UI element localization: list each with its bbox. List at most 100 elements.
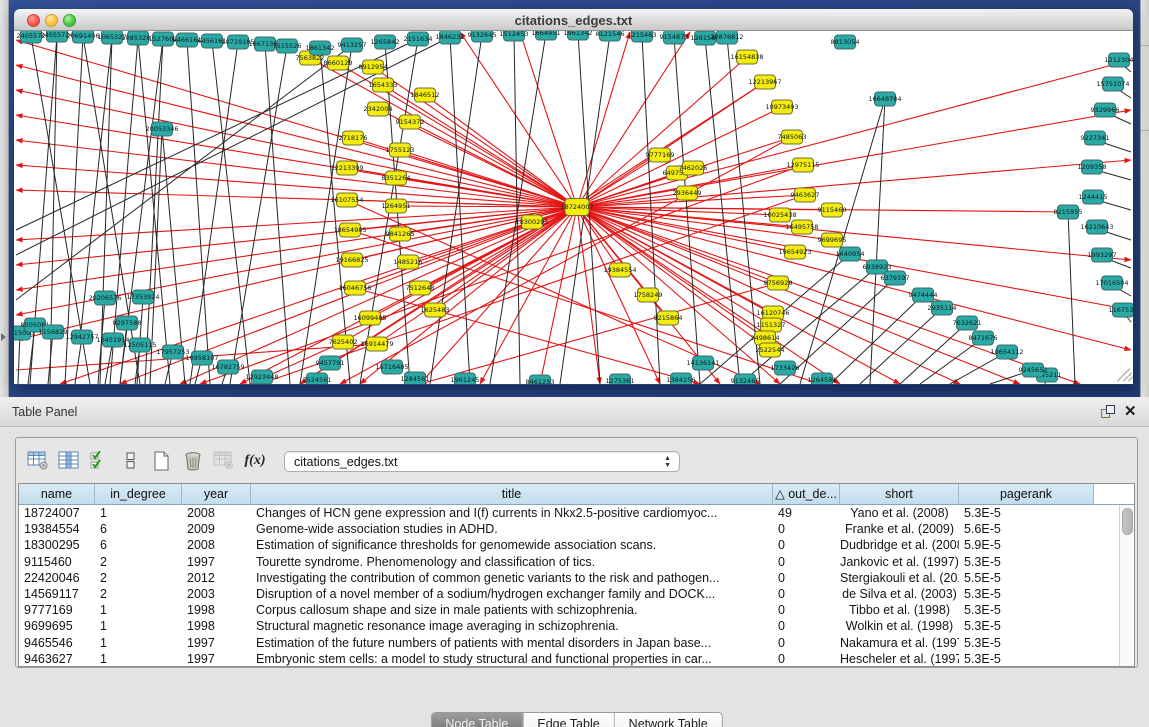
cell-pagerank[interactable]: 5.3E-5 bbox=[959, 554, 1094, 570]
column-header-title[interactable]: title bbox=[251, 484, 773, 505]
cell-pagerank[interactable]: 5.3E-5 bbox=[959, 635, 1094, 651]
table-row[interactable]: 911546021997Tourette syndrome. Phenomeno… bbox=[19, 554, 1134, 570]
table-row[interactable]: 946554611997Estimation of the future num… bbox=[19, 635, 1134, 651]
cell-short[interactable]: Jankovic et al. (1997) bbox=[840, 554, 959, 570]
column-header-name[interactable]: name bbox=[19, 484, 95, 505]
table-row[interactable]: 1872400712008Changes of HCN gene express… bbox=[19, 505, 1134, 521]
cell-name[interactable]: 9115460 bbox=[19, 554, 95, 570]
cell-out_degree[interactable]: 0 bbox=[773, 651, 840, 667]
cell-in_degree[interactable]: 1 bbox=[95, 651, 182, 667]
cell-out_degree[interactable]: 49 bbox=[773, 505, 840, 521]
cell-title[interactable]: Embryonic stem cells: a model to study s… bbox=[251, 651, 773, 667]
cell-short[interactable]: Hescheler et al. (1997) bbox=[840, 651, 959, 667]
cell-in_degree[interactable]: 6 bbox=[95, 537, 182, 553]
table-row[interactable]: 977716911998Corpus callosum shape and si… bbox=[19, 602, 1134, 618]
new-table-icon[interactable] bbox=[149, 447, 175, 475]
cell-pagerank[interactable]: 5.3E-5 bbox=[959, 586, 1094, 602]
cell-out_degree[interactable]: 0 bbox=[773, 635, 840, 651]
row-height-icon[interactable] bbox=[118, 447, 144, 475]
cell-out_degree[interactable]: 0 bbox=[773, 537, 840, 553]
select-column-icon[interactable] bbox=[56, 447, 82, 475]
cell-year[interactable]: 2008 bbox=[182, 505, 251, 521]
tab-network-table[interactable]: Network Table bbox=[614, 713, 722, 727]
table-row[interactable]: 1830029562008Estimation of significance … bbox=[19, 537, 1134, 553]
cell-in_degree[interactable]: 1 bbox=[95, 635, 182, 651]
cell-short[interactable]: Franke et al. (2009) bbox=[840, 521, 959, 537]
cell-year[interactable]: 2009 bbox=[182, 521, 251, 537]
cell-name[interactable]: 9465546 bbox=[19, 635, 95, 651]
cell-out_degree[interactable]: 0 bbox=[773, 586, 840, 602]
table-row[interactable]: 969969511998Structural magnetic resonanc… bbox=[19, 618, 1134, 634]
table-row[interactable]: 1456911722003Disruption of a novel membe… bbox=[19, 586, 1134, 602]
cell-year[interactable]: 1998 bbox=[182, 618, 251, 634]
cell-out_degree[interactable]: 0 bbox=[773, 618, 840, 634]
cell-year[interactable]: 1997 bbox=[182, 635, 251, 651]
cell-year[interactable]: 1997 bbox=[182, 554, 251, 570]
table-row[interactable]: 1938455462009Genome-wide association stu… bbox=[19, 521, 1134, 537]
cell-name[interactable]: 14569117 bbox=[19, 586, 95, 602]
network-table-select[interactable]: citations_edges.txt ▲▼ bbox=[284, 451, 680, 472]
column-header-in_degree[interactable]: in_degree bbox=[95, 484, 182, 505]
network-canvas[interactable]: 1872400718300295193845547563822866012889… bbox=[14, 31, 1133, 384]
table-row[interactable]: 946362711997Embryonic stem cells: a mode… bbox=[19, 651, 1134, 667]
cell-title[interactable]: Investigating the contribution of common… bbox=[251, 570, 773, 586]
cell-title[interactable]: Estimation of significance thresholds fo… bbox=[251, 537, 773, 553]
cell-pagerank[interactable]: 5.3E-5 bbox=[959, 651, 1094, 667]
close-panel-icon[interactable]: ✕ bbox=[1124, 402, 1137, 420]
cell-short[interactable]: Wolkin et al. (1998) bbox=[840, 618, 959, 634]
column-header-out_degree[interactable]: △ out_de... bbox=[773, 484, 840, 505]
citation-network-graph[interactable]: 1872400718300295193845547563822866012889… bbox=[14, 31, 1133, 384]
cell-out_degree[interactable]: 0 bbox=[773, 570, 840, 586]
panel-expand-arrow-icon[interactable] bbox=[1, 333, 6, 341]
cell-out_degree[interactable]: 0 bbox=[773, 554, 840, 570]
cell-title[interactable]: Corpus callosum shape and size in male p… bbox=[251, 602, 773, 618]
cell-short[interactable]: Tibbo et al. (1998) bbox=[840, 602, 959, 618]
cell-short[interactable]: Stergiakouli et al. (2012) bbox=[840, 570, 959, 586]
cell-year[interactable]: 2003 bbox=[182, 586, 251, 602]
cell-title[interactable]: Changes of HCN gene expression and I(f) … bbox=[251, 505, 773, 521]
cell-pagerank[interactable]: 5.5E-5 bbox=[959, 570, 1094, 586]
cell-short[interactable]: Dudbridge et al. (2008) bbox=[840, 537, 959, 553]
float-panel-icon[interactable] bbox=[1101, 405, 1116, 419]
cell-pagerank[interactable]: 5.3E-5 bbox=[959, 505, 1094, 521]
cell-pagerank[interactable]: 5.9E-5 bbox=[959, 537, 1094, 553]
function-builder-icon[interactable]: f(x) bbox=[242, 447, 268, 475]
cell-title[interactable]: Tourette syndrome. Phenomenology and cla… bbox=[251, 554, 773, 570]
trash-icon[interactable] bbox=[180, 447, 206, 475]
cell-short[interactable]: de Silva et al. (2003) bbox=[840, 586, 959, 602]
tab-node-table[interactable]: Node Table bbox=[431, 713, 522, 727]
tab-edge-table[interactable]: Edge Table bbox=[522, 713, 613, 727]
cell-year[interactable]: 2008 bbox=[182, 537, 251, 553]
cell-short[interactable]: Yano et al. (2008) bbox=[840, 505, 959, 521]
cell-year[interactable]: 1998 bbox=[182, 602, 251, 618]
cell-out_degree[interactable]: 0 bbox=[773, 602, 840, 618]
select-rows-icon[interactable] bbox=[87, 447, 113, 475]
cell-title[interactable]: Disruption of a novel member of a sodium… bbox=[251, 586, 773, 602]
cell-pagerank[interactable]: 5.3E-5 bbox=[959, 602, 1094, 618]
cell-in_degree[interactable]: 6 bbox=[95, 521, 182, 537]
cell-in_degree[interactable]: 2 bbox=[95, 554, 182, 570]
cell-name[interactable]: 19384554 bbox=[19, 521, 95, 537]
cell-title[interactable]: Genome-wide association studies in ADHD. bbox=[251, 521, 773, 537]
cell-name[interactable]: 9777169 bbox=[19, 602, 95, 618]
cell-year[interactable]: 1997 bbox=[182, 651, 251, 667]
cell-name[interactable]: 18724007 bbox=[19, 505, 95, 521]
cell-title[interactable]: Estimation of the future numbers of pati… bbox=[251, 635, 773, 651]
cell-pagerank[interactable]: 5.3E-5 bbox=[959, 618, 1094, 634]
cell-in_degree[interactable]: 1 bbox=[95, 505, 182, 521]
cell-short[interactable]: Nakamura et al. (1997) bbox=[840, 635, 959, 651]
cell-name[interactable]: 9699695 bbox=[19, 618, 95, 634]
cell-name[interactable]: 9463627 bbox=[19, 651, 95, 667]
table-settings-icon[interactable] bbox=[25, 447, 51, 475]
cell-title[interactable]: Structural magnetic resonance image aver… bbox=[251, 618, 773, 634]
cell-in_degree[interactable]: 2 bbox=[95, 570, 182, 586]
table-scrollbar[interactable] bbox=[1119, 505, 1134, 666]
scrollbar-thumb[interactable] bbox=[1122, 508, 1133, 535]
cell-pagerank[interactable]: 5.6E-5 bbox=[959, 521, 1094, 537]
cell-year[interactable]: 2012 bbox=[182, 570, 251, 586]
cell-out_degree[interactable]: 0 bbox=[773, 521, 840, 537]
cell-name[interactable]: 18300295 bbox=[19, 537, 95, 553]
column-header-short[interactable]: short bbox=[840, 484, 959, 505]
column-header-year[interactable]: year bbox=[182, 484, 251, 505]
window-resize-grip[interactable] bbox=[1115, 366, 1131, 382]
